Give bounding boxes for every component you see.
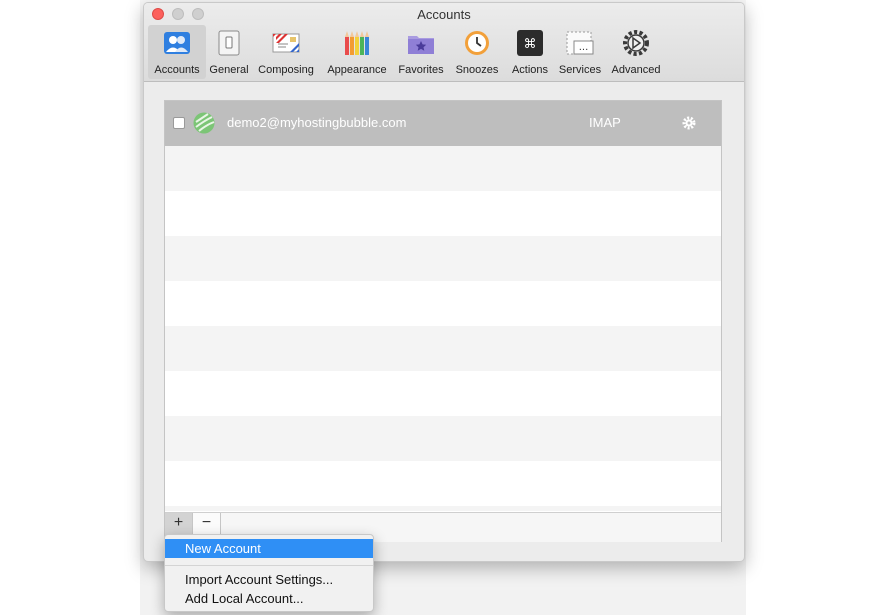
empty-row xyxy=(165,416,721,461)
people-icon xyxy=(164,32,190,54)
tab-accounts[interactable]: Accounts xyxy=(148,25,206,79)
menu-separator xyxy=(165,565,373,566)
tab-snoozes[interactable]: Snoozes xyxy=(450,25,504,79)
window-title: Accounts xyxy=(417,7,471,22)
account-settings-gear-icon[interactable] xyxy=(682,116,696,130)
accounts-list-panel: demo2@myhostingbubble.com IMAP + − xyxy=(164,100,722,542)
envelope-icon xyxy=(272,33,300,53)
folder-star-icon xyxy=(408,36,434,54)
menu-item-new-account[interactable]: New Account xyxy=(165,539,373,558)
switch-icon xyxy=(218,30,240,56)
account-row[interactable]: demo2@myhostingbubble.com IMAP xyxy=(165,101,721,146)
menu-item-import-account-settings[interactable]: Import Account Settings... xyxy=(165,570,373,589)
menu-item-add-local-account[interactable]: Add Local Account... xyxy=(165,589,373,608)
svg-text:...: ... xyxy=(579,42,589,53)
accounts-list: demo2@myhostingbubble.com IMAP xyxy=(165,101,721,511)
account-enabled-checkbox[interactable] xyxy=(173,117,185,129)
add-account-button[interactable]: + xyxy=(165,513,193,535)
empty-row xyxy=(165,371,721,416)
tab-services-label: Services xyxy=(558,64,602,76)
empty-row xyxy=(165,326,721,371)
account-email: demo2@myhostingbubble.com xyxy=(227,115,407,130)
tab-actions[interactable]: ⌘ Actions xyxy=(506,25,554,79)
tab-advanced-label: Advanced xyxy=(611,64,661,76)
empty-row xyxy=(165,236,721,281)
command-key-icon: ⌘ xyxy=(517,30,543,56)
account-logo-icon xyxy=(193,112,215,134)
tab-snoozes-label: Snoozes xyxy=(455,64,499,76)
tab-favorites[interactable]: Favorites xyxy=(394,25,448,79)
add-account-menu: New Account Import Account Settings... A… xyxy=(164,534,374,612)
remove-account-button[interactable]: − xyxy=(193,513,221,535)
clock-icon xyxy=(465,31,489,55)
tab-general[interactable]: General xyxy=(206,25,252,79)
tab-composing[interactable]: Composing xyxy=(252,25,320,79)
empty-row xyxy=(165,506,721,511)
empty-row xyxy=(165,281,721,326)
empty-row xyxy=(165,146,721,191)
empty-row xyxy=(165,191,721,236)
tab-general-label: General xyxy=(209,64,249,76)
tab-advanced[interactable]: Advanced xyxy=(608,25,664,79)
ellipsis-box-icon: ... xyxy=(566,31,594,55)
titlebar: Accounts Accounts General Composing Appe… xyxy=(144,3,744,82)
svg-text:⌘: ⌘ xyxy=(524,37,537,52)
empty-row xyxy=(165,461,721,506)
tab-favorites-label: Favorites xyxy=(398,64,444,76)
tab-appearance-label: Appearance xyxy=(327,64,387,76)
preferences-window: Accounts Accounts General Composing Appe… xyxy=(143,2,745,562)
pencils-icon xyxy=(345,31,369,55)
tab-services[interactable]: ... Services xyxy=(554,25,606,79)
tab-appearance[interactable]: Appearance xyxy=(322,25,392,79)
gear-icon xyxy=(623,30,649,56)
account-type: IMAP xyxy=(589,115,621,130)
tab-actions-label: Actions xyxy=(511,64,549,76)
tab-accounts-label: Accounts xyxy=(154,64,200,76)
tab-composing-label: Composing xyxy=(258,64,314,76)
